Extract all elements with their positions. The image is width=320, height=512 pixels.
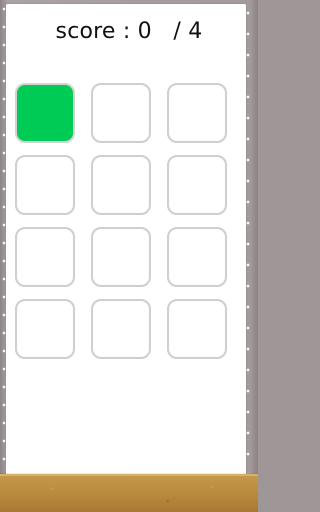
- tile-3[interactable]: [167, 83, 227, 143]
- tile-11[interactable]: [91, 299, 151, 359]
- ground-strip: [0, 474, 258, 512]
- tile-12[interactable]: [167, 299, 227, 359]
- score-display: score : 0 / 4: [55, 19, 203, 44]
- tile-2[interactable]: [91, 83, 151, 143]
- tile-7[interactable]: [15, 227, 75, 287]
- tile-grid: [15, 83, 232, 361]
- tile-9[interactable]: [167, 227, 227, 287]
- tile-5[interactable]: [91, 155, 151, 215]
- tile-6[interactable]: [167, 155, 227, 215]
- tile-4[interactable]: [15, 155, 75, 215]
- tile-8[interactable]: [91, 227, 151, 287]
- tile-1[interactable]: [15, 83, 75, 143]
- tile-10[interactable]: [15, 299, 75, 359]
